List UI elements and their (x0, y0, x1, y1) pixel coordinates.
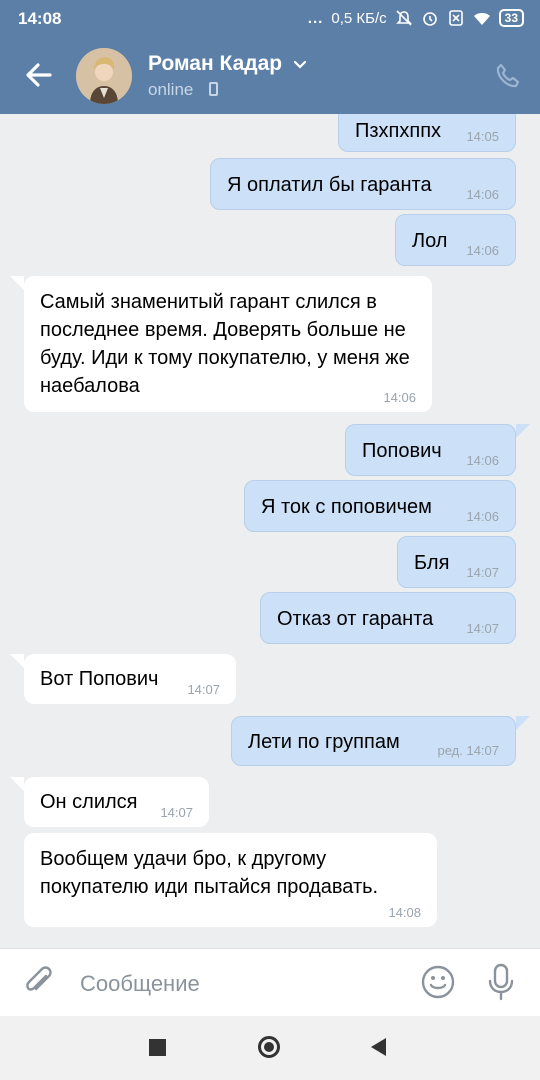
bubble-tail (516, 424, 530, 438)
message-time: 14:06 (466, 509, 499, 524)
recent-apps-icon[interactable] (149, 1039, 166, 1056)
message-bubble[interactable]: Пзхпхппх 14:05 (338, 114, 516, 152)
status-right: ... 0,5 КБ/с 33 (308, 9, 524, 27)
bubble-tail (10, 276, 24, 290)
status-bar: 14:08 ... 0,5 КБ/с 33 (0, 0, 540, 38)
sim-off-icon (448, 10, 463, 26)
message-text: Отказ от гаранта (277, 608, 434, 630)
message-text: Пзхпхппх (355, 120, 442, 142)
back-triangle-icon[interactable] (371, 1038, 386, 1056)
message-bubble[interactable]: Самый знаменитый гарант слился в последн… (24, 276, 432, 412)
system-nav-bar (0, 1016, 540, 1080)
message-input[interactable] (78, 963, 402, 1005)
mobile-device-icon (209, 82, 218, 96)
message-text: Я оплатил бы гаранта (227, 174, 432, 196)
alarm-icon (422, 12, 437, 26)
message-time: 14:06 (383, 390, 416, 405)
message-time: 14:06 (466, 453, 499, 468)
chevron-down-icon[interactable] (293, 57, 307, 71)
message-time: 14:06 (466, 187, 499, 202)
message-bubble[interactable]: Попович 14:06 (345, 424, 516, 476)
message-time: 14:07 (187, 682, 220, 697)
message-text: Вот Попович (40, 668, 159, 690)
message-bubble[interactable]: Он слился 14:07 (24, 777, 209, 827)
message-text: Самый знаменитый гарант слился в последн… (40, 291, 410, 397)
smile-icon[interactable] (420, 964, 456, 1000)
more-dots: ... (307, 9, 324, 27)
network-speed: 0,5 КБ/с (331, 9, 387, 27)
mute-icon (395, 10, 412, 26)
message-text: Вообщем удачи бро, к другому покупателю … (40, 848, 379, 898)
message-bubble[interactable]: Я оплатил бы гаранта 14:06 (210, 158, 516, 210)
message-bubble[interactable]: Отказ от гаранта 14:07 (260, 592, 516, 644)
message-bubble[interactable]: Я ток с поповичем 14:06 (244, 480, 516, 532)
message-time: 14:07 (466, 621, 499, 636)
message-bubble[interactable]: Вот Попович 14:07 (24, 654, 236, 704)
avatar-image (76, 48, 132, 104)
microphone-icon[interactable] (486, 963, 516, 1001)
wifi-icon (473, 13, 490, 25)
message-text: Бля (414, 552, 450, 574)
message-composer (0, 948, 540, 1017)
phone-icon[interactable] (494, 62, 522, 90)
message-bubble[interactable]: Вообщем удачи бро, к другому покупателю … (24, 833, 437, 927)
bubble-tail (10, 777, 24, 791)
message-time: 14:08 (388, 905, 421, 920)
message-text: Попович (362, 440, 442, 462)
message-time: 14:05 (466, 129, 499, 144)
message-bubble[interactable]: Лол 14:06 (395, 214, 516, 266)
contact-status: online (148, 80, 194, 99)
message-text: Лети по группам (248, 731, 400, 753)
message-bubble[interactable]: Лети по группам ред. 14:07 (231, 716, 516, 766)
message-text: Я ток с поповичем (261, 496, 432, 518)
top-bar: 14:08 ... 0,5 КБ/с 33 Роман Кадар online (0, 0, 540, 114)
message-text: Он слился (40, 791, 138, 813)
bubble-tail (10, 654, 24, 668)
message-bubble[interactable]: Бля 14:07 (397, 536, 516, 588)
message-text: Лол (412, 230, 448, 252)
paperclip-icon[interactable] (22, 964, 56, 1000)
message-time: 14:06 (466, 243, 499, 258)
message-time: 14:07 (466, 565, 499, 580)
status-time: 14:08 (18, 9, 62, 28)
home-icon[interactable] (258, 1036, 280, 1058)
message-list[interactable]: Пзхпхппх 14:05 Я оплатил бы гаранта 14:0… (0, 114, 540, 948)
message-time: ред. 14:07 (437, 743, 499, 758)
avatar[interactable] (76, 48, 132, 104)
battery-indicator: 33 (498, 9, 524, 27)
contact-name[interactable]: Роман Кадар (148, 52, 282, 76)
bubble-tail (516, 716, 530, 730)
arrow-left-icon[interactable] (22, 58, 56, 92)
message-time: 14:07 (160, 805, 193, 820)
